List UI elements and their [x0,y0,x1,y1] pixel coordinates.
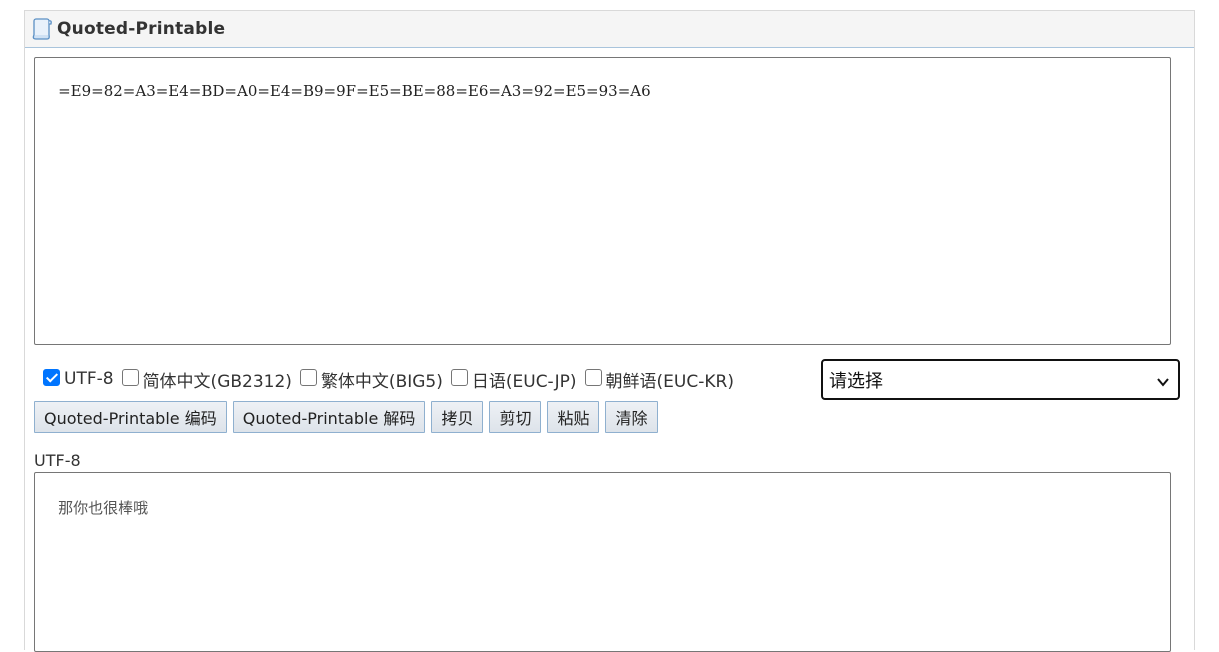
charset-option-utf8[interactable]: UTF-8 [43,368,114,389]
paste-button[interactable]: 粘贴 [547,400,600,433]
charset-option-gb2312[interactable]: 简体中文(GB2312) [121,367,292,392]
charset-label: 朝鲜语(EUC-KR) [605,371,734,392]
charset-options: UTF-8 简体中文(GB2312) 繁体中文(BIG5) 日语(EUC-JP)… [43,358,742,400]
output-textarea[interactable]: 那你也很棒哦 [34,472,1171,652]
copy-button[interactable]: 拷贝 [431,400,484,433]
scroll-icon [31,17,53,41]
encode-button[interactable]: Quoted-Printable 编码 [34,400,227,433]
cut-button[interactable]: 剪切 [489,400,542,433]
clear-button[interactable]: 清除 [605,400,658,433]
charset-option-big5[interactable]: 繁体中文(BIG5) [299,367,443,392]
charset-label: UTF-8 [64,369,114,389]
gb2312-checkbox[interactable] [121,368,139,386]
output-charset-label: UTF-8 [34,451,81,470]
charset-label: 日语(EUC-JP) [471,371,577,392]
qp-panel: Quoted-Printable =E9=82=A3=E4=BD=A0=E4=B… [24,10,1195,652]
charset-select[interactable]: 请选择 [821,359,1180,400]
charset-label: 繁体中文(BIG5) [320,371,443,392]
output-text: 那你也很棒哦 [58,499,149,517]
panel-header: Quoted-Printable [25,11,1194,48]
select-value: 请选择 [829,370,883,392]
charset-option-euckr[interactable]: 朝鲜语(EUC-KR) [584,367,734,392]
utf8-checkbox[interactable] [43,368,60,386]
euckr-checkbox[interactable] [584,368,602,386]
input-textarea[interactable]: =E9=82=A3=E4=BD=A0=E4=B9=9F=E5=BE=88=E6=… [34,57,1171,345]
resize-grip-icon[interactable] [1156,330,1168,342]
charset-label: 简体中文(GB2312) [142,371,292,392]
decode-button[interactable]: Quoted-Printable 解码 [232,400,426,433]
page-title: Quoted-Printable [57,19,226,39]
chevron-down-icon [1156,373,1170,387]
eucjp-checkbox[interactable] [450,368,468,386]
charset-option-eucjp[interactable]: 日语(EUC-JP) [450,367,577,392]
action-buttons: Quoted-Printable 编码 Quoted-Printable 解码 … [34,400,664,433]
big5-checkbox[interactable] [299,368,317,386]
input-text: =E9=82=A3=E4=BD=A0=E4=B9=9F=E5=BE=88=E6=… [58,82,651,100]
